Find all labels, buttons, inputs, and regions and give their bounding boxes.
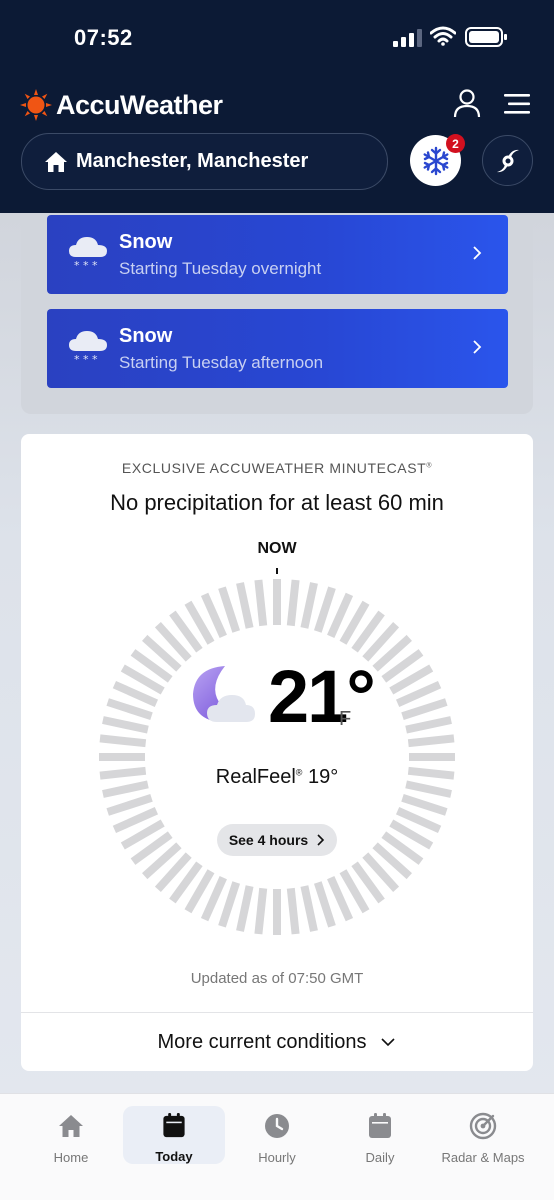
menu-icon[interactable] [504,92,530,116]
sun-logo-icon [20,89,52,121]
minute-tick [405,716,452,734]
minute-tick [106,698,153,721]
calendar-today-icon [163,1112,185,1138]
nav-home[interactable]: Home [21,1094,121,1174]
battery-icon [465,27,507,47]
chevron-right-icon [317,834,325,846]
minute-tick [218,586,241,633]
minute-tick [236,885,254,932]
nav-today[interactable]: Today [123,1106,225,1164]
radar-icon [469,1112,497,1140]
alert-title: Snow [119,231,173,253]
svg-text:* * *: * * * [74,259,98,272]
brand-logo[interactable]: AccuWeather [20,88,223,122]
minute-tick [313,881,336,928]
brand-name: AccuWeather [56,89,223,120]
minute-tick [401,698,448,721]
wifi-icon [430,26,456,46]
minute-tick [286,579,300,627]
hurricane-button[interactable] [482,135,533,186]
status-bar: 07:52 [0,0,554,76]
status-time: 07:52 [74,25,133,50]
minute-tick [236,582,254,629]
home-icon [59,1115,83,1137]
snow-cloud-icon: * * * [69,331,107,366]
chevron-down-icon [381,1038,396,1047]
minute-tick [300,885,318,932]
realfeel-temperature: RealFeel® 19° [215,766,339,788]
current-temperature: 21° [268,655,376,738]
minute-tick [407,734,455,748]
minutecast-card: EXCLUSIVE ACCUWEATHER MINUTECAST® No pre… [21,434,533,1071]
minute-tick [254,887,268,935]
minute-tick [106,793,153,816]
chevron-right-icon [473,246,482,260]
see-hours-button[interactable]: See 4 hours [217,824,337,856]
nav-hourly[interactable]: Hourly [227,1094,327,1174]
temperature-unit: F [339,708,352,730]
nav-radar-maps[interactable]: Radar & Maps [433,1094,533,1174]
app-header: 07:52 AccuWeather Manchester, Manchester… [0,0,554,213]
minute-tick [102,716,149,734]
bottom-navigation: Home Today Hourly Daily Radar & Maps [0,1093,554,1200]
nav-daily[interactable]: Daily [330,1094,430,1174]
minute-tick [99,734,147,748]
alert-row-overnight[interactable]: * * * Snow Starting Tuesday overnight [47,215,508,294]
snow-cloud-icon: * * * [69,237,107,272]
alert-count-badge: 2 [446,134,465,153]
minutecast-label: EXCLUSIVE ACCUWEATHER MINUTECAST® [121,460,433,476]
calendar-icon [369,1113,391,1138]
alert-title: Snow [119,325,173,347]
alert-row-afternoon[interactable]: * * * Snow Starting Tuesday afternoon [47,309,508,388]
cellular-signal-icon [393,29,422,47]
svg-text:* * *: * * * [74,353,98,366]
clock-icon [265,1114,289,1138]
account-icon[interactable] [452,88,482,118]
minute-tick [313,586,336,633]
minutecast-dial [99,568,455,935]
minutecast-summary: No precipitation for at least 60 min [110,490,444,515]
minute-tick [254,579,268,627]
home-icon [45,151,67,172]
updated-timestamp: Updated as of 07:50 GMT [190,970,364,987]
location-name: Manchester, Manchester [76,150,309,172]
moon-cloud-icon [193,666,255,722]
minute-tick [300,582,318,629]
more-conditions-button[interactable]: More current conditions [21,1013,533,1071]
chevron-right-icon [473,340,482,354]
hurricane-icon [496,149,519,172]
minute-tick [286,887,300,935]
minute-tick [218,881,241,928]
location-selector[interactable]: Manchester, Manchester [21,133,388,190]
snowflake-icon [423,146,448,175]
alert-subtitle: Starting Tuesday afternoon [119,353,324,372]
alert-subtitle: Starting Tuesday overnight [119,259,322,278]
minute-tick [401,793,448,816]
now-label: NOW [257,540,297,557]
